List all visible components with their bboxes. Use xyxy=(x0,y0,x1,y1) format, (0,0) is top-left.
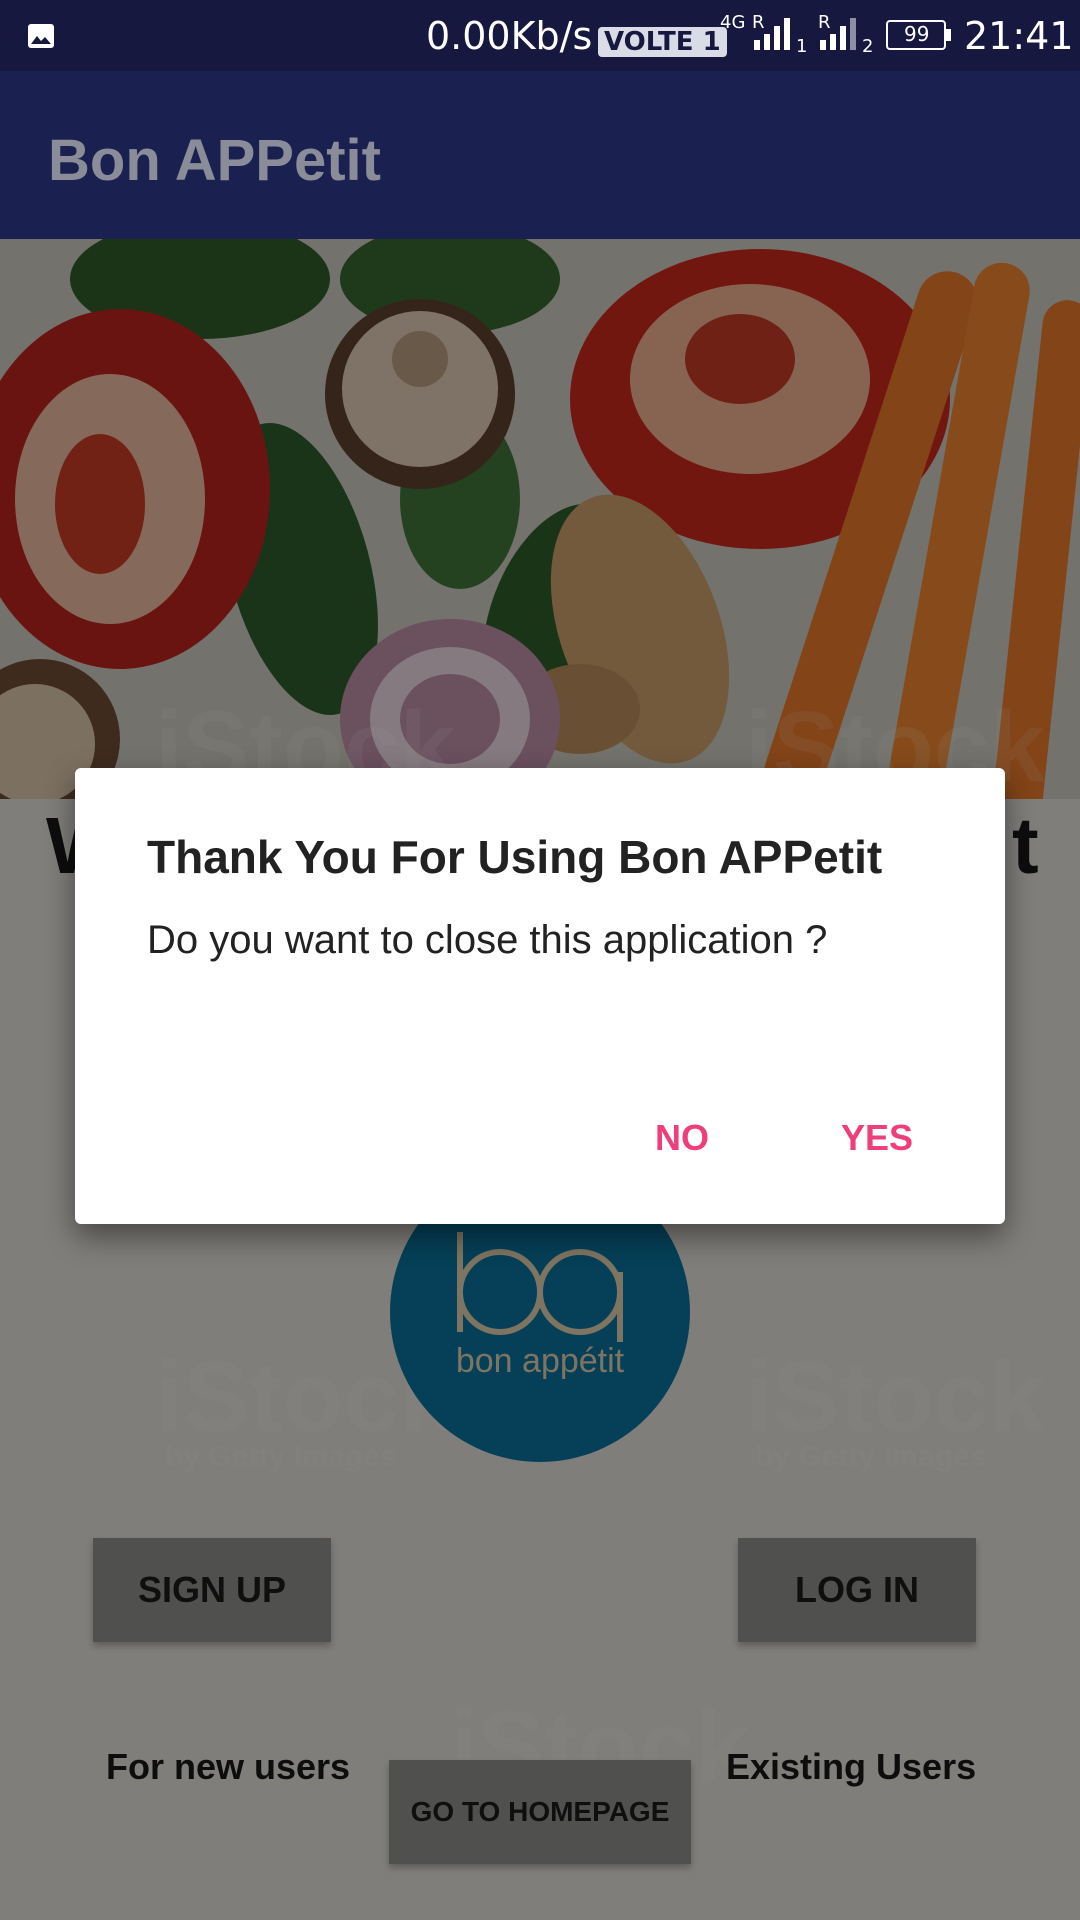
network-type: 4G xyxy=(720,12,746,33)
dialog-title: Thank You For Using Bon APPetit xyxy=(147,831,883,883)
image-icon xyxy=(28,24,54,48)
yes-button[interactable]: YES xyxy=(835,1116,919,1160)
signal-icon xyxy=(754,18,790,50)
signal-icon xyxy=(820,18,856,50)
battery-level: 99 xyxy=(904,22,930,46)
status-bar: 0.00Kb/s VOLTE 1 4G R 1 R 2 99 21:41 xyxy=(0,0,1080,71)
volte-badge: VOLTE 1 xyxy=(598,27,727,57)
dialog-message: Do you want to close this application ? xyxy=(147,918,828,962)
app-title: Bon APPetit xyxy=(48,128,381,193)
exit-dialog: Thank You For Using Bon APPetit Do you w… xyxy=(75,768,1005,1224)
no-button[interactable]: NO xyxy=(649,1116,715,1160)
app-bar: Bon APPetit xyxy=(0,71,1080,239)
net-speed: 0.00Kb/s xyxy=(426,14,593,58)
sim-2: 2 xyxy=(862,36,874,57)
sim-1: 1 xyxy=(796,36,808,57)
clock: 21:41 xyxy=(964,14,1074,58)
